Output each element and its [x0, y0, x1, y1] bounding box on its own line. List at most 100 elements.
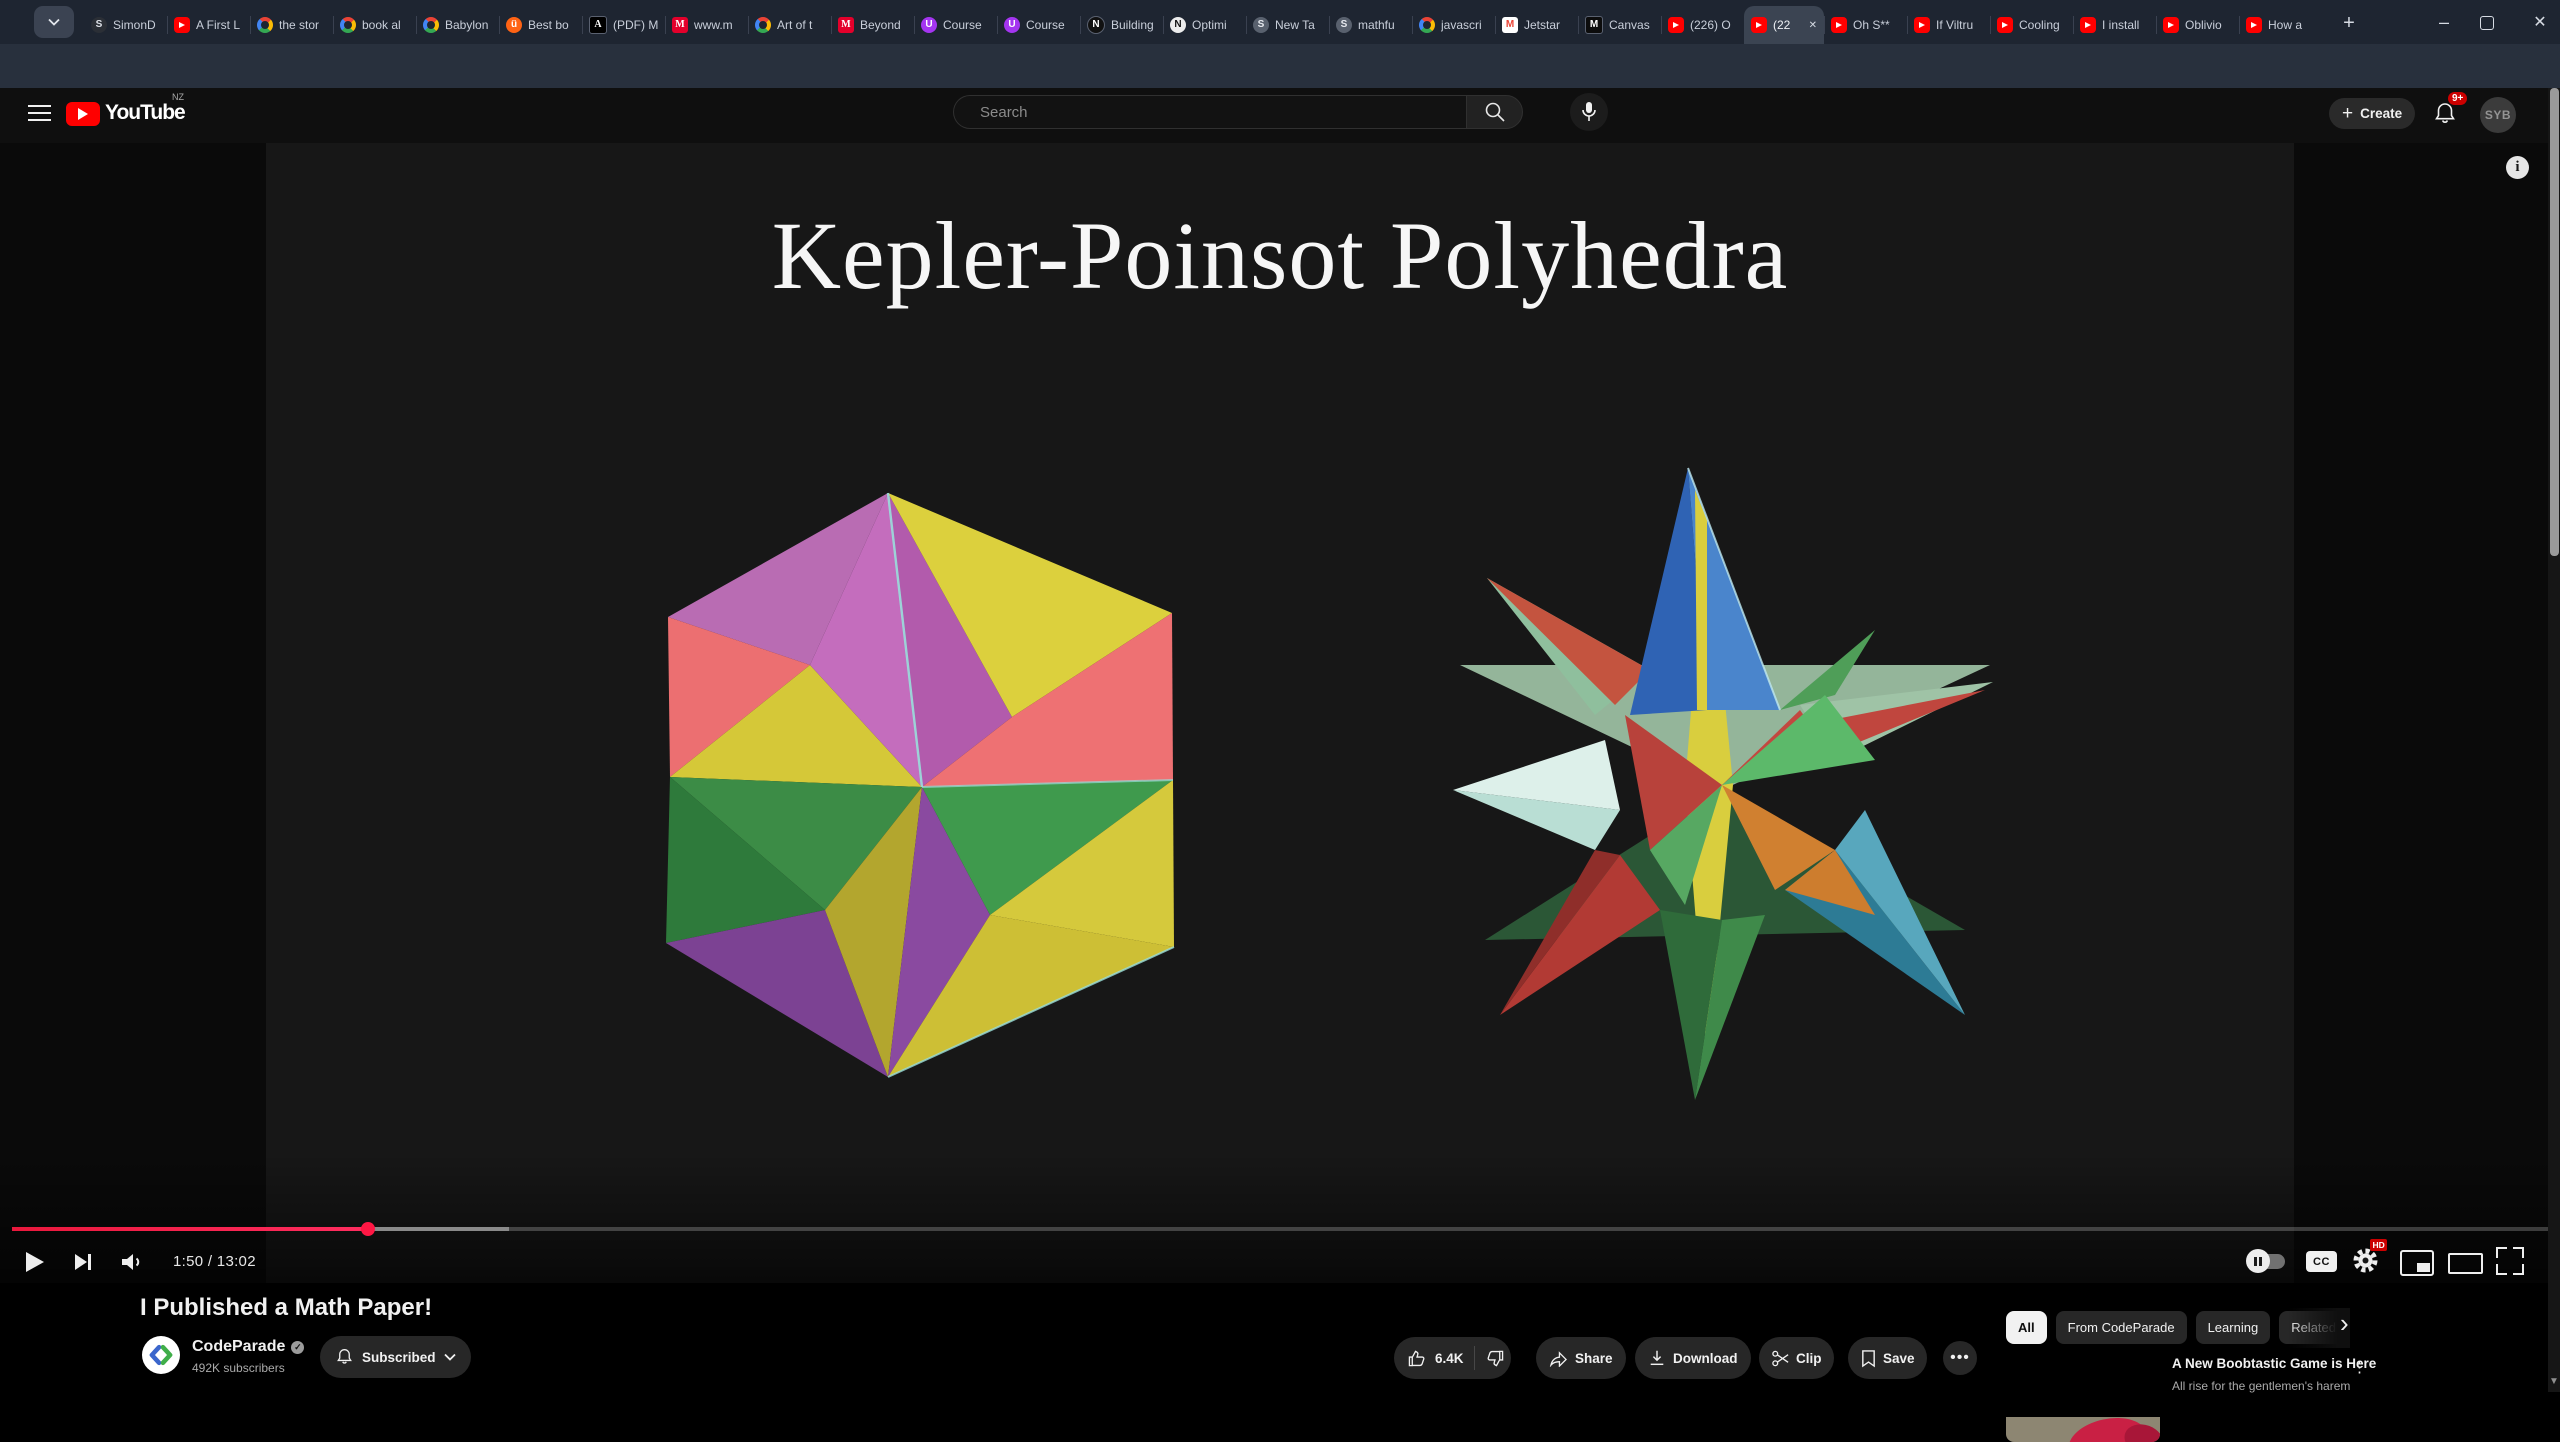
subscribed-button[interactable]: Subscribed	[320, 1336, 471, 1378]
browser-tab[interactable]: If Viltru	[1907, 6, 1990, 44]
browser-tab[interactable]: Smathfu	[1329, 6, 1412, 44]
browser-tab[interactable]: Babylon	[416, 6, 499, 44]
share-button[interactable]: Share	[1536, 1337, 1626, 1379]
window-minimize-button[interactable]: –	[2430, 8, 2458, 36]
related-video-thumbnail[interactable]	[2006, 1355, 2160, 1442]
window-maximize-button[interactable]	[2480, 16, 2494, 30]
share-label: Share	[1575, 1351, 1613, 1366]
favicon-simond: S	[91, 17, 107, 33]
favicon-medium: M	[1585, 16, 1603, 34]
browser-tab[interactable]: the stor	[250, 6, 333, 44]
dislike-button[interactable]	[1485, 1349, 1510, 1368]
browser-tab[interactable]: Oblivio	[2156, 6, 2239, 44]
browser-tab[interactable]: üBest bo	[499, 6, 582, 44]
settings-gear-icon[interactable]	[2352, 1247, 2379, 1274]
favicon-notion-light: N	[1170, 17, 1186, 33]
browser-tab[interactable]: (22✕	[1744, 6, 1824, 44]
download-icon	[1648, 1349, 1666, 1367]
download-button[interactable]: Download	[1635, 1337, 1751, 1379]
browser-tab[interactable]: Cooling	[1990, 6, 2073, 44]
related-video-menu-icon[interactable]: ⋮	[2352, 1358, 2367, 1376]
browser-tab[interactable]: A First L	[167, 6, 250, 44]
download-label: Download	[1673, 1351, 1738, 1366]
favicon-youtube	[1831, 17, 1847, 33]
browser-tab[interactable]: How a	[2239, 6, 2322, 44]
video-info-icon[interactable]: i	[2506, 156, 2529, 179]
window-close-button[interactable]: ✕	[2526, 8, 2554, 36]
theater-mode-button[interactable]	[2448, 1253, 2483, 1274]
bookmark-icon	[1860, 1349, 1877, 1368]
browser-tab[interactable]: UCourse	[997, 6, 1080, 44]
scrollbar-down-arrow-icon[interactable]: ▼	[2549, 1376, 2559, 1387]
create-label: Create	[2360, 106, 2402, 121]
related-video-subtitle: All rise for the gentlemen's harem	[2172, 1379, 2350, 1393]
chips-scroll-right-icon[interactable]: ›	[2340, 1308, 2349, 1339]
browser-tab[interactable]: (226) O	[1661, 6, 1744, 44]
filter-chip[interactable]: From CodeParade	[2056, 1311, 2187, 1344]
favicon-udemy: U	[921, 17, 937, 33]
browser-tab[interactable]: SSimonD	[84, 6, 167, 44]
browser-tab[interactable]: Art of t	[748, 6, 831, 44]
page-scrollbar-thumb[interactable]	[2550, 88, 2559, 556]
browser-tab[interactable]: Oh S**	[1824, 6, 1907, 44]
video-player[interactable]: Kepler-Poinsot Polyhedra	[0, 143, 2560, 1283]
progress-bar[interactable]	[12, 1227, 2548, 1231]
related-video-title[interactable]: A New Boobtastic Game is Here	[2172, 1356, 2357, 1371]
miniplayer-button[interactable]	[2400, 1250, 2434, 1276]
save-label: Save	[1883, 1351, 1915, 1366]
next-button[interactable]	[73, 1252, 93, 1272]
favicon-google	[423, 17, 439, 33]
favicon-youtube	[1751, 17, 1767, 33]
browser-tab[interactable]: NBuilding	[1080, 6, 1163, 44]
search-box[interactable]	[953, 95, 1466, 129]
autoplay-knob-pause-icon[interactable]	[2246, 1249, 2270, 1273]
fullscreen-button[interactable]	[2496, 1247, 2524, 1275]
browser-tab[interactable]: book al	[333, 6, 416, 44]
channel-avatar[interactable]	[142, 1336, 180, 1374]
create-button[interactable]: + Create	[2329, 98, 2415, 129]
chevron-down-icon	[444, 1353, 456, 1361]
channel-name[interactable]: CodeParade ✓	[192, 1338, 304, 1356]
tab-close-icon[interactable]: ✕	[1807, 20, 1817, 31]
browser-tab[interactable]: A(PDF) M	[582, 6, 665, 44]
browser-toolbar: ← → ↻ youtube.com/watch?v=zVRNcRFaZ94 ☆ …	[0, 44, 2560, 88]
tab-search-chevron-button[interactable]	[34, 6, 74, 38]
youtube-wordmark[interactable]: YouTube	[105, 101, 185, 125]
search-input[interactable]	[978, 103, 1422, 122]
browser-tab[interactable]: NOptimi	[1163, 6, 1246, 44]
verified-badge-icon: ✓	[291, 1341, 304, 1354]
browser-tab[interactable]: SNew Ta	[1246, 6, 1329, 44]
voice-search-button[interactable]	[1570, 93, 1608, 131]
hd-quality-badge: HD	[2370, 1239, 2387, 1251]
search-button[interactable]	[1466, 95, 1523, 129]
channel-name-text: CodeParade	[192, 1338, 285, 1356]
plus-icon: +	[2342, 103, 2353, 125]
favicon-youtube	[1668, 17, 1684, 33]
browser-tab[interactable]: UCourse	[914, 6, 997, 44]
browser-tab[interactable]: javascri	[1412, 6, 1495, 44]
browser-tab[interactable]: Mwww.m	[665, 6, 748, 44]
favicon-globe: S	[1336, 17, 1352, 33]
volume-button[interactable]	[120, 1251, 146, 1273]
browser-tab[interactable]: MJetstar	[1495, 6, 1578, 44]
favicon-udemy: U	[1004, 17, 1020, 33]
filter-chip[interactable]: All	[2006, 1311, 2047, 1344]
save-button[interactable]: Save	[1848, 1337, 1927, 1379]
clip-button[interactable]: Clip	[1759, 1337, 1834, 1379]
account-avatar[interactable]: SYB	[2480, 97, 2516, 133]
like-button[interactable]: 6.4K	[1394, 1337, 1464, 1379]
favicon-youtube	[1914, 17, 1930, 33]
subtitles-cc-button[interactable]: CC	[2306, 1251, 2337, 1272]
browser-tab[interactable]: MCanvas	[1578, 6, 1661, 44]
new-tab-button[interactable]: +	[2334, 8, 2364, 38]
play-button[interactable]	[24, 1250, 46, 1274]
favicon-met: M	[838, 17, 854, 33]
browser-tab[interactable]: MBeyond	[831, 6, 914, 44]
more-actions-button[interactable]: •••	[1943, 1341, 1977, 1375]
favicon-gmail: M	[1502, 17, 1518, 33]
browser-tab[interactable]: I install	[2073, 6, 2156, 44]
filter-chip[interactable]: Learning	[2196, 1311, 2271, 1344]
great-dodecahedron-graphic	[655, 485, 1185, 1085]
thumbs-up-icon	[1408, 1349, 1427, 1368]
youtube-logo-icon[interactable]	[66, 102, 100, 126]
